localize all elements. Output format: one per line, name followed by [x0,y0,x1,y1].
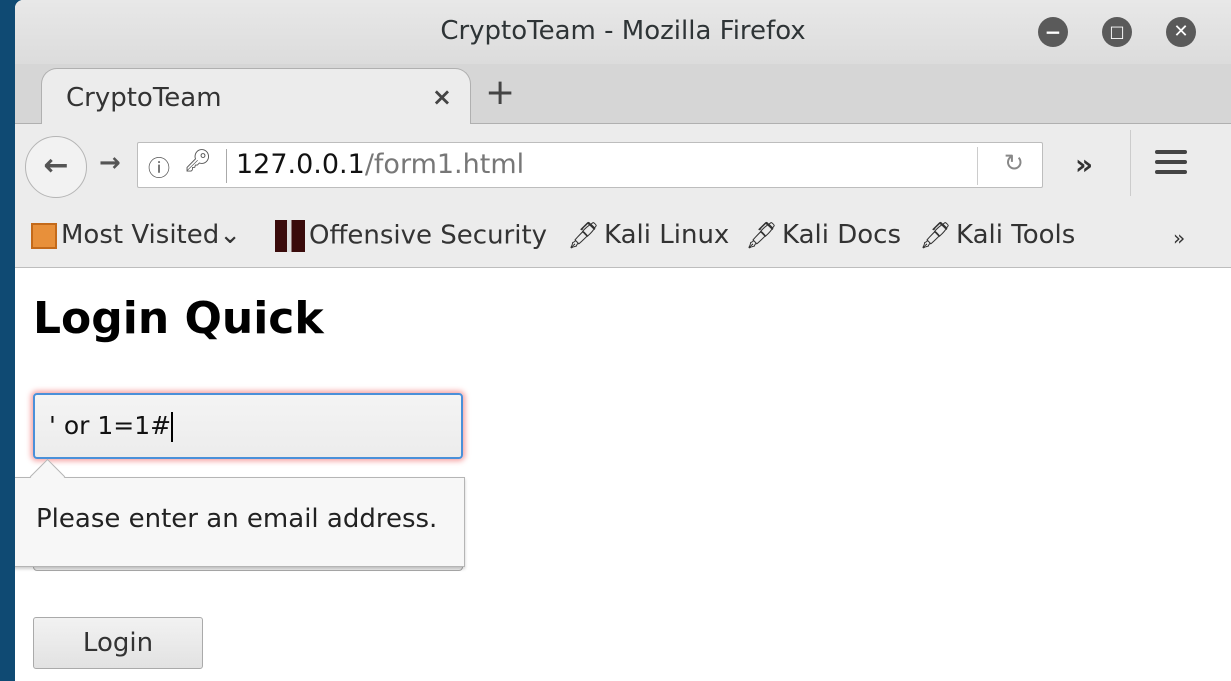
offsec-icon [275,220,305,252]
bookmark-offensive-security[interactable]: Offensive Security [275,220,547,252]
chevron-down-icon: ⌄ [219,220,242,250]
bookmark-label: Kali Docs [782,220,902,250]
email-field[interactable]: ' or 1=1# [33,393,463,459]
url-path: /form1.html [364,149,525,180]
text-caret [171,412,174,442]
forward-button[interactable]: → [99,148,121,178]
bookmark-kali-linux[interactable]: 🖋︎ Kali Linux [567,220,729,251]
minimize-button[interactable]: − [1038,17,1068,47]
divider [226,149,227,183]
bookmark-label: Most Visited [61,220,220,250]
bookmark-label: Kali Linux [604,220,730,250]
page-title: Login Quick [33,293,324,344]
page-content: Login Quick ' or 1=1# Please enter an em… [15,269,1231,681]
bookmark-kali-docs[interactable]: 🖋︎ Kali Docs [745,220,901,251]
new-tab-button[interactable]: + [485,72,515,113]
bookmark-kali-tools[interactable]: 🖋︎ Kali Tools [919,220,1075,251]
bookmark-label: Offensive Security [309,220,548,251]
info-icon[interactable]: ⓘ [148,151,170,183]
tab-strip: CryptoTeam × + [15,64,1231,125]
tab-cryptoteam[interactable]: CryptoTeam × [41,68,471,125]
maximize-button[interactable]: □ [1102,17,1132,47]
reload-icon[interactable]: ↻ [1004,149,1024,177]
key-icon[interactable]: 🔑︎ [184,149,212,174]
url-host: 127.0.0.1 [236,149,365,180]
hamburger-menu-icon[interactable] [1155,150,1187,180]
kali-dragon-icon: 🖋︎ [919,220,953,251]
close-window-button[interactable]: ✕ [1166,17,1196,47]
browser-window: CryptoTeam - Mozilla Firefox − □ ✕ Crypt… [15,0,1231,681]
bookmarks-overflow-button[interactable]: » [1173,226,1185,250]
validation-tooltip: Please enter an email address. [15,477,465,567]
title-bar: CryptoTeam - Mozilla Firefox − □ ✕ [15,0,1231,64]
back-button[interactable]: ← [25,136,87,198]
bookmark-most-visited[interactable]: Most Visited⌄ [31,220,241,250]
url-bar[interactable]: ⓘ 🔑︎ 127.0.0.1/form1.html ↻ [137,142,1043,188]
kali-dragon-icon: 🖋︎ [745,220,779,251]
divider [1130,130,1131,196]
bookmarks-toolbar: Most Visited⌄ Offensive Security 🖋︎ Kali … [15,210,1231,268]
login-button[interactable]: Login [33,617,203,669]
tab-label: CryptoTeam [66,83,222,113]
toolbar-overflow-button[interactable]: » [1075,148,1093,181]
close-tab-icon[interactable]: × [432,83,452,111]
email-value: ' or 1=1# [49,411,172,440]
bookmark-label: Kali Tools [956,220,1076,250]
kali-dragon-icon: 🖋︎ [567,220,601,251]
url-text[interactable]: 127.0.0.1/form1.html [236,149,524,180]
navigation-toolbar: ← → ⓘ 🔑︎ 127.0.0.1/form1.html ↻ » [15,124,1231,210]
folder-icon [31,222,57,249]
divider [977,147,978,185]
